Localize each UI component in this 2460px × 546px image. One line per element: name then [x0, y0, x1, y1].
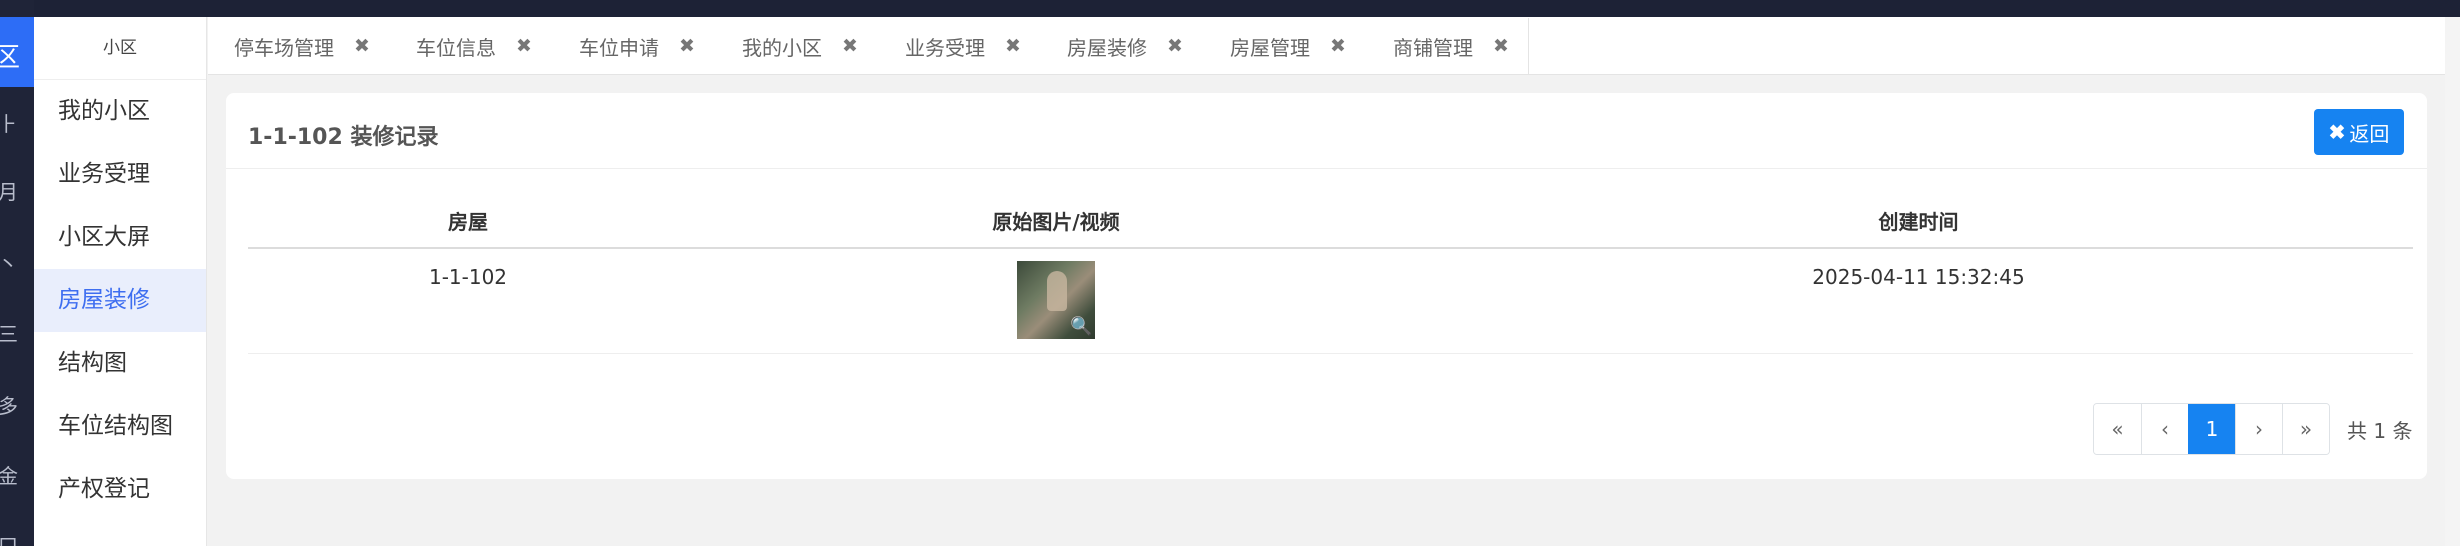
- tab-space-info[interactable]: 车位信息 ✖: [416, 17, 532, 75]
- close-icon[interactable]: ✖: [354, 35, 370, 57]
- sidebar-item-property-registration[interactable]: 产权登记: [34, 458, 206, 521]
- next-page-button[interactable]: ›: [2235, 404, 2282, 454]
- tab-shop-management[interactable]: 商铺管理 ✖: [1393, 17, 1509, 75]
- tab-label: 商铺管理: [1393, 35, 1473, 60]
- page-button-current[interactable]: 1: [2188, 404, 2235, 454]
- tab-space-application[interactable]: 车位申请 ✖: [579, 17, 695, 75]
- table-row-divider: [248, 353, 2413, 354]
- page-scrollbar[interactable]: [2445, 17, 2460, 546]
- close-icon[interactable]: ✖: [516, 35, 532, 57]
- renovation-record-panel: 1-1-102 装修记录 ✖ 返回 房屋 原始图片/视频 创建时间 1-1-10…: [226, 93, 2427, 479]
- tab-label: 业务受理: [905, 35, 985, 60]
- cell-created-time: 2025-04-11 15:32:45: [1812, 265, 2025, 289]
- tab-label: 房屋管理: [1230, 35, 1310, 60]
- panel-divider: [226, 168, 2427, 169]
- rail-item-glyph[interactable]: 金: [0, 460, 18, 489]
- close-icon[interactable]: ✖: [1005, 35, 1021, 57]
- close-icon[interactable]: ✖: [1330, 35, 1346, 57]
- secondary-sidebar: 小区 我的小区 业务受理 小区大屏 房屋装修 结构图 车位结构图 产权登记: [34, 17, 207, 546]
- last-page-button[interactable]: »: [2282, 404, 2329, 454]
- thumbnail-figure: [1047, 271, 1067, 311]
- tab-strip-divider: [1528, 18, 1529, 74]
- sidebar-item-renovation[interactable]: 房屋装修: [34, 269, 206, 332]
- main-nav-rail: 区 ⺊ 月 丶 三 多 金 口: [0, 0, 34, 546]
- column-header-media: 原始图片/视频: [992, 210, 1120, 234]
- rail-item-glyph[interactable]: ⺊: [0, 108, 18, 137]
- cell-house: 1-1-102: [428, 265, 508, 289]
- tab-business[interactable]: 业务受理 ✖: [905, 17, 1021, 75]
- prev-page-button[interactable]: ‹: [2141, 404, 2188, 454]
- top-bar: [0, 0, 2460, 17]
- table-header-divider: [248, 247, 2413, 249]
- column-header-created: 创建时间: [1878, 210, 1959, 234]
- tab-renovation[interactable]: 房屋装修 ✖: [1067, 17, 1183, 75]
- rail-item-glyph[interactable]: 三: [0, 318, 18, 347]
- first-page-button[interactable]: «: [2094, 404, 2141, 454]
- back-button[interactable]: ✖ 返回: [2314, 109, 2404, 155]
- close-icon[interactable]: ✖: [679, 35, 695, 57]
- sidebar-header: 小区: [34, 17, 206, 80]
- pagination: « ‹ 1 › »: [2093, 403, 2330, 455]
- total-count: 共 1 条: [2347, 419, 2413, 443]
- sidebar-item-structure[interactable]: 结构图: [34, 332, 206, 395]
- tab-label: 房屋装修: [1067, 35, 1147, 60]
- page-title: 1-1-102 装修记录: [248, 125, 439, 150]
- tab-label: 我的小区: [742, 35, 822, 60]
- tab-label: 停车场管理: [234, 35, 334, 60]
- tab-label: 车位申请: [579, 35, 659, 60]
- rail-item-glyph[interactable]: 月: [0, 176, 18, 205]
- tab-strip: 停车场管理 ✖ 车位信息 ✖ 车位申请 ✖ 我的小区 ✖ 业务受理 ✖ 房屋装修 ✖ 房屋管…: [208, 17, 2445, 75]
- rail-item-glyph[interactable]: 丶: [0, 248, 18, 277]
- rail-item-glyph[interactable]: 多: [0, 390, 18, 419]
- close-icon[interactable]: ✖: [1493, 35, 1509, 57]
- sidebar-item-parking-structure[interactable]: 车位结构图: [34, 395, 206, 458]
- close-icon[interactable]: ✖: [842, 35, 858, 57]
- close-icon: ✖: [2328, 121, 2346, 144]
- tab-my-community[interactable]: 我的小区 ✖: [742, 17, 858, 75]
- close-icon[interactable]: ✖: [1167, 35, 1183, 57]
- media-thumbnail[interactable]: 🔍: [1017, 261, 1095, 339]
- back-button-label: 返回: [2349, 123, 2390, 146]
- tab-label: 车位信息: [416, 35, 496, 60]
- sidebar-item-business[interactable]: 业务受理: [34, 143, 206, 206]
- sidebar-item-big-screen[interactable]: 小区大屏: [34, 206, 206, 269]
- tab-house-management[interactable]: 房屋管理 ✖: [1230, 17, 1346, 75]
- tab-parking-lot[interactable]: 停车场管理 ✖: [234, 17, 370, 75]
- magnifier-icon[interactable]: 🔍: [1070, 316, 1092, 337]
- sidebar-item-my-community[interactable]: 我的小区: [34, 80, 206, 143]
- rail-item-glyph[interactable]: 口: [0, 530, 18, 546]
- column-header-house: 房屋: [448, 210, 488, 234]
- rail-item-community[interactable]: 区: [0, 17, 34, 87]
